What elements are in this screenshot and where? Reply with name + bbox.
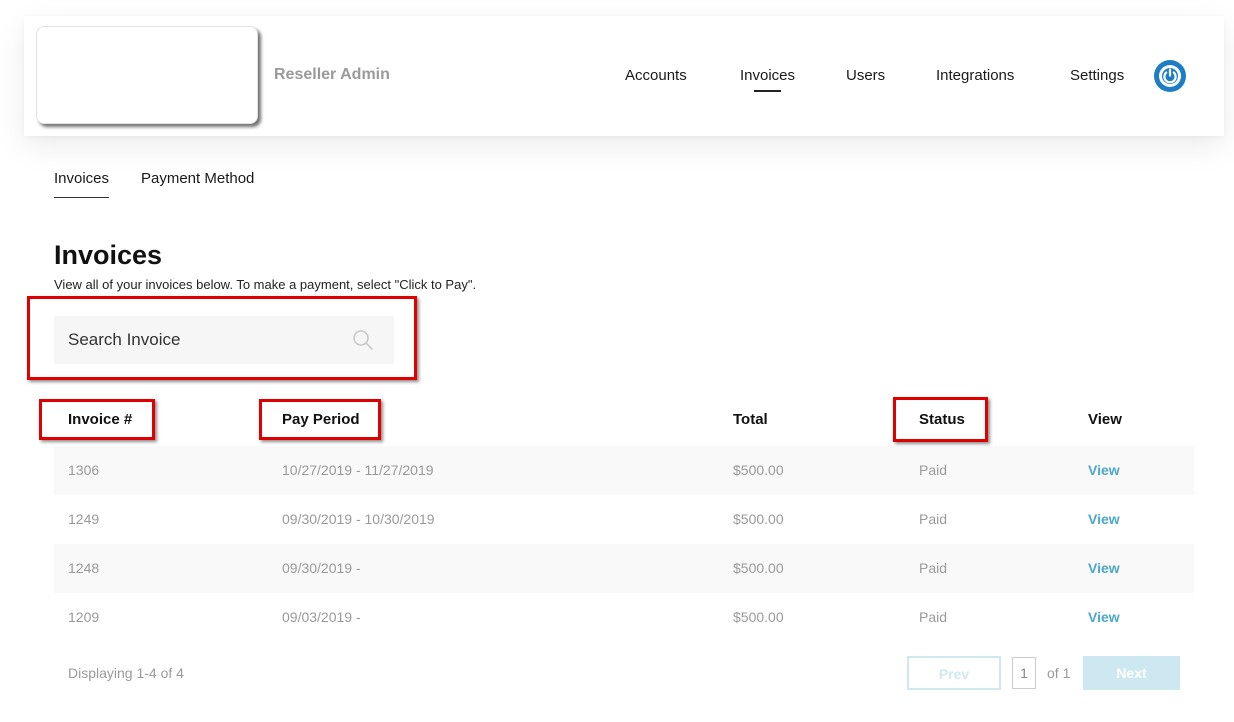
view-link[interactable]: View bbox=[1088, 560, 1120, 576]
invoices-table: Invoice # Pay Period Total Status View 1… bbox=[54, 400, 1194, 642]
column-header-status[interactable]: Status bbox=[919, 411, 965, 428]
search-input[interactable] bbox=[54, 316, 348, 364]
search-icon[interactable] bbox=[352, 329, 374, 351]
pay-period: 09/30/2019 - 10/30/2019 bbox=[282, 511, 435, 527]
nav-integrations[interactable]: Integrations bbox=[936, 67, 1014, 84]
column-header-view: View bbox=[1088, 411, 1122, 428]
invoice-total: $500.00 bbox=[733, 462, 784, 478]
invoice-total: $500.00 bbox=[733, 609, 784, 625]
column-header-pay-period[interactable]: Pay Period bbox=[282, 411, 360, 428]
table-header: Invoice # Pay Period Total Status View bbox=[54, 400, 1194, 446]
table-row: 1209 09/03/2019 - $500.00 Paid View bbox=[54, 593, 1194, 642]
invoice-status: Paid bbox=[919, 560, 948, 576]
search-box bbox=[54, 316, 394, 364]
logo-placeholder bbox=[36, 26, 258, 124]
column-header-total: Total bbox=[733, 411, 768, 428]
table-row: 1248 09/30/2019 - $500.00 Paid View bbox=[54, 544, 1194, 593]
display-count: Displaying 1-4 of 4 bbox=[68, 665, 184, 681]
view-link[interactable]: View bbox=[1088, 462, 1120, 478]
table-row: 1249 09/30/2019 - 10/30/2019 $500.00 Pai… bbox=[54, 495, 1194, 544]
invoice-number: 1209 bbox=[68, 609, 100, 625]
table-row: 1306 10/27/2019 - 11/27/2019 $500.00 Pai… bbox=[54, 446, 1194, 495]
invoice-status: Paid bbox=[919, 462, 948, 478]
view-link[interactable]: View bbox=[1088, 511, 1120, 527]
page-total: of 1 bbox=[1047, 665, 1071, 681]
tab-invoices[interactable]: Invoices bbox=[54, 170, 110, 198]
power-icon bbox=[1159, 65, 1181, 87]
app-title: Reseller Admin bbox=[274, 66, 390, 83]
invoice-number: 1248 bbox=[68, 560, 100, 576]
next-button[interactable]: Next bbox=[1083, 656, 1180, 690]
prev-button[interactable]: Prev bbox=[907, 656, 1001, 690]
table-body: 1306 10/27/2019 - 11/27/2019 $500.00 Pai… bbox=[54, 446, 1194, 642]
page-number-input[interactable]: 1 bbox=[1012, 657, 1036, 689]
invoice-total: $500.00 bbox=[733, 511, 784, 527]
nav-accounts[interactable]: Accounts bbox=[625, 67, 687, 84]
nav-invoices[interactable]: Invoices bbox=[740, 67, 795, 92]
pay-period: 09/03/2019 - bbox=[282, 609, 361, 625]
invoice-status: Paid bbox=[919, 609, 948, 625]
top-header: Reseller Admin Accounts Invoices Users I… bbox=[24, 16, 1224, 136]
nav-users[interactable]: Users bbox=[846, 67, 885, 84]
pay-period: 10/27/2019 - 11/27/2019 bbox=[282, 462, 434, 478]
invoice-total: $500.00 bbox=[733, 560, 784, 576]
page-title: Invoices bbox=[54, 240, 163, 270]
tab-payment-method[interactable]: Payment Method bbox=[141, 170, 254, 187]
power-button[interactable] bbox=[1154, 60, 1186, 92]
invoice-status: Paid bbox=[919, 511, 948, 527]
column-header-invoice[interactable]: Invoice # bbox=[68, 411, 132, 428]
page-description: View all of your invoices below. To make… bbox=[54, 277, 477, 292]
pay-period: 09/30/2019 - bbox=[282, 560, 361, 576]
nav-settings[interactable]: Settings bbox=[1070, 67, 1124, 84]
invoice-number: 1306 bbox=[68, 462, 100, 478]
invoice-number: 1249 bbox=[68, 511, 100, 527]
view-link[interactable]: View bbox=[1088, 609, 1120, 625]
